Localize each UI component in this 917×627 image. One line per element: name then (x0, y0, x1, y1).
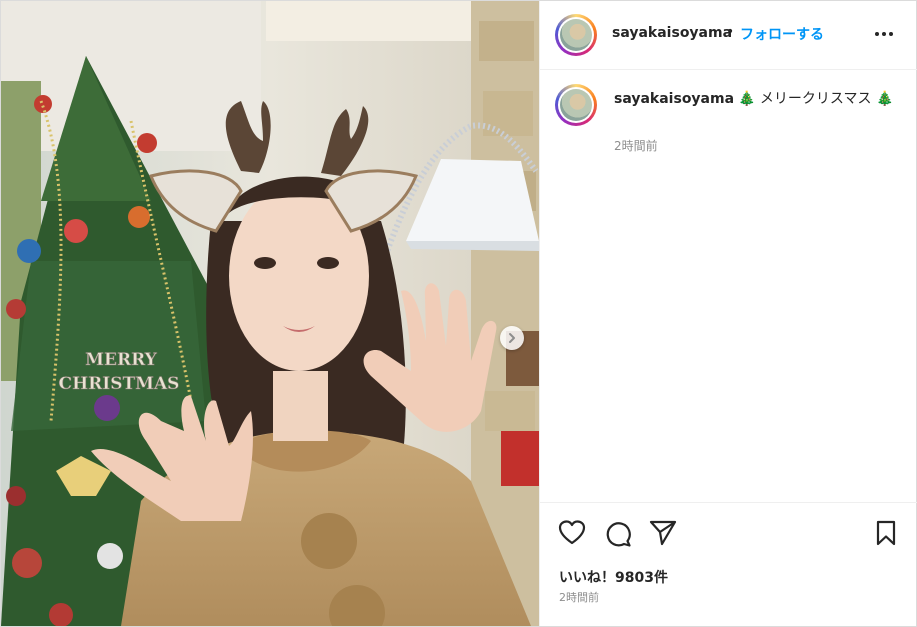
post-timestamp[interactable]: 2時間前 (559, 589, 599, 605)
post-header: sayakaisoyama • フォローする (540, 1, 917, 70)
separator-dot: • (726, 24, 735, 40)
username-link[interactable]: sayakaisoyama (612, 25, 732, 41)
caption-timestamp: 2時間前 (614, 139, 658, 153)
caption-text: 🎄 メリークリスマス 🎄 (738, 91, 894, 107)
post-photo[interactable]: MERRY CHRISTMAS (1, 1, 539, 626)
caption-avatar[interactable] (555, 84, 597, 126)
action-bar: いいね！9803件 2時間前 (540, 502, 917, 627)
sign-line-2: CHRISTMAS (59, 374, 180, 394)
chevron-right-icon (509, 333, 515, 343)
like-count[interactable]: いいね！9803件 (559, 567, 668, 587)
share-icon[interactable] (649, 520, 677, 546)
next-image-button[interactable] (500, 326, 524, 350)
bookmark-icon[interactable] (875, 520, 897, 546)
avatar[interactable] (555, 14, 597, 56)
comment-icon[interactable] (604, 520, 632, 548)
follow-button[interactable]: フォローする (740, 24, 824, 44)
caption-username[interactable]: sayakaisoyama (614, 91, 734, 107)
caption: sayakaisoyama 🎄 メリークリスマス 🎄 (614, 89, 894, 109)
sign-line-1: MERRY (85, 350, 158, 370)
more-options-icon[interactable] (872, 23, 896, 43)
post-dialog: MERRY CHRISTMAS sayakaisoyama • フォローする s… (0, 0, 917, 627)
post-panel: sayakaisoyama • フォローする sayakaisoyama 🎄 メリ… (539, 1, 917, 626)
photo-illustration: MERRY CHRISTMAS (1, 1, 539, 626)
heart-icon[interactable] (558, 520, 586, 546)
